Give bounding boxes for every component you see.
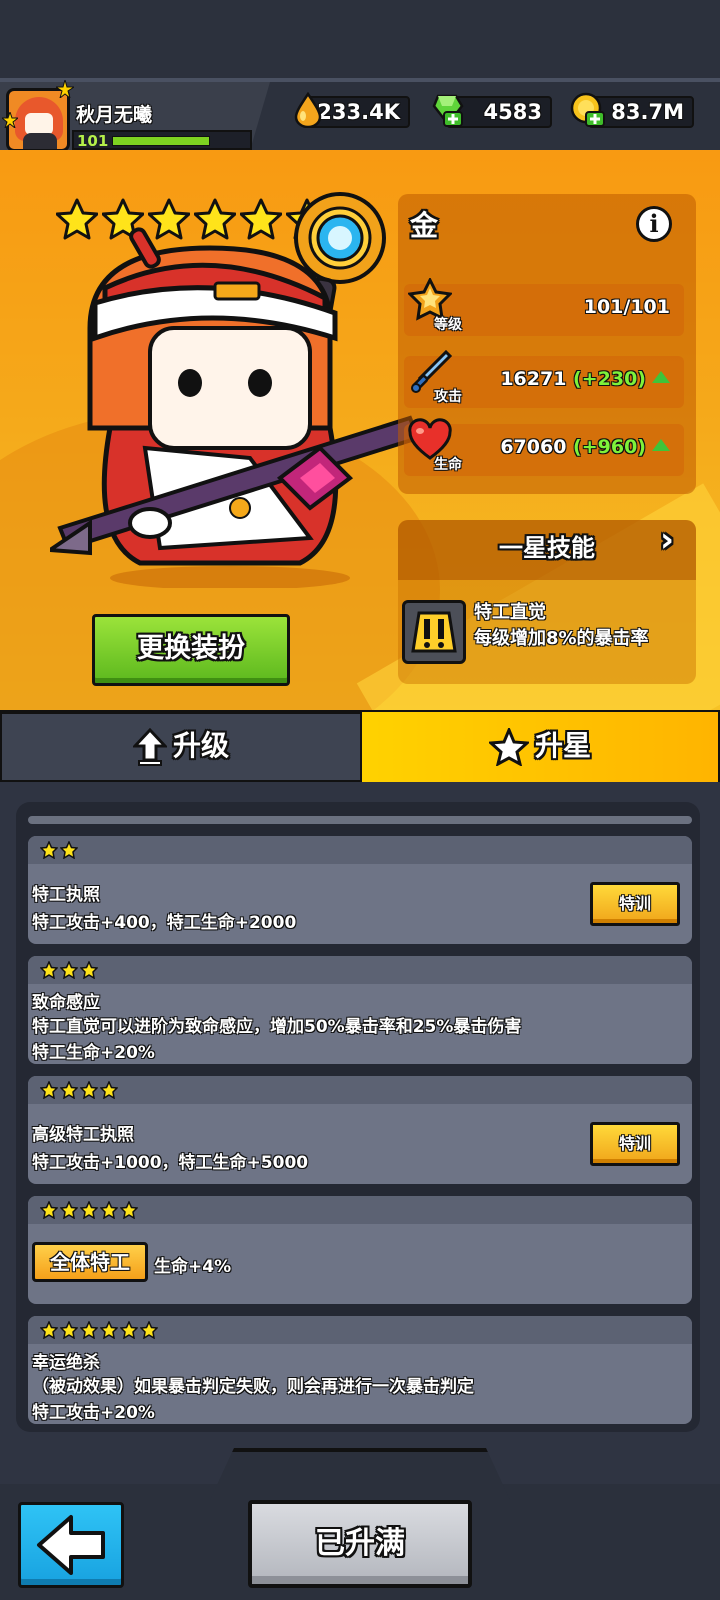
train-button[interactable]: 特训 — [590, 1122, 680, 1166]
exp-fill — [112, 136, 210, 146]
star-tier-3-card: 致命感应 特工直觉可以进阶为致命感应，增加50%暴击率和25%暴击伤害 特工生命… — [28, 956, 692, 1064]
small-star-icon — [40, 1321, 58, 1339]
tab-star-up-label: 升星 — [534, 729, 591, 762]
stat-level-row: 等级 101/101 — [404, 278, 684, 336]
gold-coin-plus-icon[interactable] — [570, 92, 606, 128]
small-star-icon — [40, 961, 58, 979]
small-star-icon — [100, 1081, 118, 1099]
small-star-icon — [60, 841, 78, 859]
oil-value: 233.4K — [317, 100, 400, 124]
small-star-icon — [40, 1081, 58, 1099]
train-button[interactable]: 特训 — [590, 882, 680, 926]
tier-stars — [40, 1081, 118, 1099]
arrow-left-icon — [37, 1515, 105, 1575]
small-star-icon — [140, 1321, 158, 1339]
stat-hp-value: 67060 (+960) — [500, 436, 670, 458]
info-icon[interactable]: i — [636, 206, 672, 242]
star-tier-5-card: 全体特工 生命+4% — [28, 1196, 692, 1304]
small-star-icon — [60, 1321, 78, 1339]
bottom-frame — [210, 1448, 510, 1500]
tier-title: 特工执照 — [32, 885, 100, 905]
avatar-star-icon — [56, 80, 74, 98]
skill-name: 特工直觉 — [474, 602, 546, 623]
skill-description: 每级增加8%的暴击率 — [474, 628, 649, 649]
small-star-icon — [120, 1321, 138, 1339]
oil-drop-icon — [294, 92, 322, 128]
coin-value: 83.7M — [611, 100, 684, 124]
stat-hp-row: 生命 67060 (+960) — [404, 418, 684, 476]
small-star-icon — [80, 961, 98, 979]
tab-star-up[interactable]: 升星 — [362, 712, 718, 782]
all-agents-tag: 全体特工 — [32, 1242, 148, 1282]
chevron-right-icon[interactable]: › — [660, 520, 674, 560]
arrow-up-icon — [131, 727, 169, 766]
back-button[interactable] — [18, 1502, 124, 1588]
up-arrow-icon — [652, 371, 670, 383]
stat-attack-value: 16271 (+230) — [500, 368, 670, 390]
tier-effect: 特工攻击+400，特工生命+2000 — [32, 913, 297, 933]
small-star-icon — [60, 1081, 78, 1099]
hero-name: 金 — [410, 209, 439, 242]
tier-title: 幸运绝杀 — [32, 1353, 100, 1373]
tier-stars — [40, 841, 78, 859]
tier-effect: 特工攻击+1000，特工生命+5000 — [32, 1153, 309, 1173]
tier-effect: 特工生命+20% — [32, 1043, 155, 1063]
tab-upgrade-label: 升级 — [172, 729, 229, 762]
hp-number: 67060 — [500, 436, 567, 458]
stat-hp-label: 生命 — [434, 457, 462, 473]
stat-attack-row: 攻击 16271 (+230) — [404, 350, 684, 408]
player-level-bar: 101 — [72, 130, 252, 150]
player-name: 秋月无曦 — [76, 104, 153, 126]
tier-title: 致命感应 — [32, 993, 100, 1013]
maxed-out-button: 已升满 — [248, 1500, 472, 1588]
player-level: 101 — [77, 132, 109, 150]
star-tier-2-card: 特工执照 特工攻击+400，特工生命+2000 特训 — [28, 836, 692, 944]
up-arrow-icon — [652, 439, 670, 451]
small-star-icon — [80, 1321, 98, 1339]
hp-bonus: (+960) — [573, 436, 646, 458]
attack-bonus: (+230) — [573, 368, 646, 390]
stat-level-label: 等级 — [434, 317, 462, 333]
small-star-icon — [80, 1081, 98, 1099]
green-gem-plus-icon[interactable] — [430, 92, 466, 128]
small-star-icon — [120, 1201, 138, 1219]
small-star-icon — [40, 1201, 58, 1219]
gem-value: 4583 — [483, 100, 542, 124]
tier-effect: 生命+4% — [154, 1257, 232, 1277]
skill-exclamation-icon — [402, 600, 466, 664]
stat-attack-label: 攻击 — [434, 389, 462, 405]
star-outline-icon — [487, 726, 531, 767]
tier-effect: （被动效果）如果暴击判定失败，则会再进行一次暴击判定 — [32, 1377, 474, 1397]
avatar-star-icon — [2, 112, 18, 128]
change-outfit-button[interactable]: 更换装扮 — [92, 614, 290, 686]
star-tier-6-card: 幸运绝杀 （被动效果）如果暴击判定失败，则会再进行一次暴击判定 特工攻击+20% — [28, 1316, 692, 1424]
small-star-icon — [60, 1201, 78, 1219]
small-star-icon — [100, 1201, 118, 1219]
attack-number: 16271 — [500, 368, 567, 390]
small-star-icon — [100, 1321, 118, 1339]
tab-upgrade[interactable]: 升级 — [2, 714, 360, 780]
top-divider — [0, 78, 720, 82]
tier-stars — [40, 1201, 138, 1219]
skill-header-title[interactable]: 一星技能 — [398, 528, 696, 563]
tier-effect: 特工攻击+20% — [32, 1403, 155, 1423]
small-star-icon — [60, 961, 78, 979]
tier-effect: 特工直觉可以进阶为致命感应，增加50%暴击率和25%暴击伤害 — [32, 1017, 522, 1037]
hero-character-figure[interactable] — [50, 178, 430, 588]
small-star-icon — [80, 1201, 98, 1219]
list-top-divider — [28, 816, 692, 824]
star-tier-4-card: 高级特工执照 特工攻击+1000，特工生命+5000 特训 — [28, 1076, 692, 1184]
stat-level-value: 101/101 — [583, 296, 670, 318]
small-star-icon — [40, 841, 58, 859]
tier-stars — [40, 961, 98, 979]
tier-title: 高级特工执照 — [32, 1125, 134, 1145]
tier-stars — [40, 1321, 158, 1339]
